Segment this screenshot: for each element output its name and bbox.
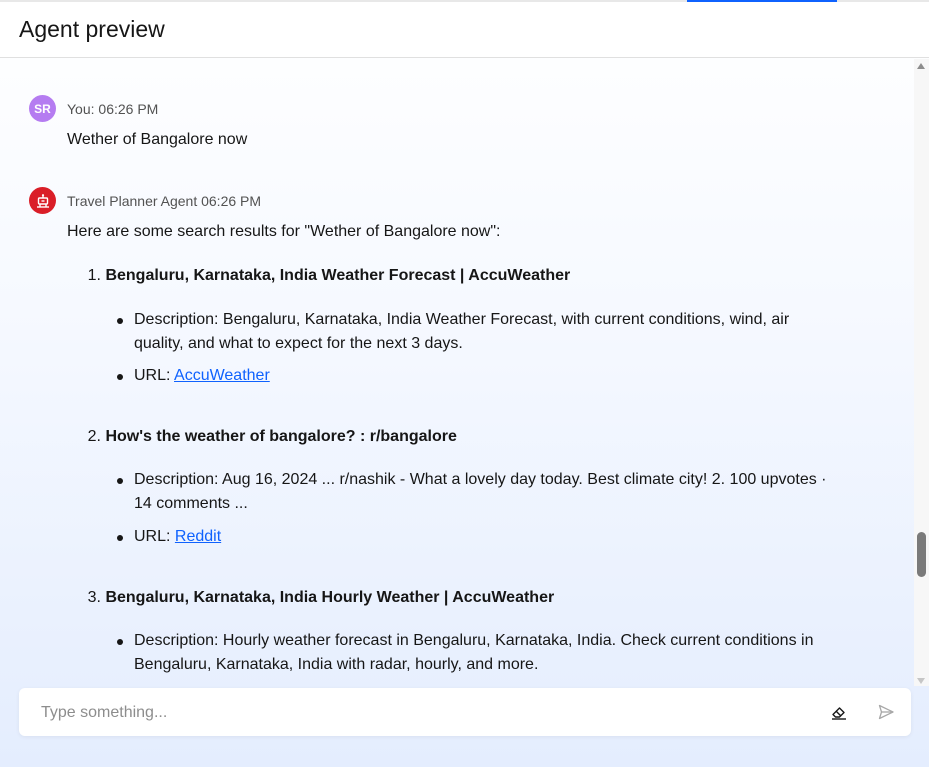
result-title-text: Bengaluru, Karnataka, India Hourly Weath… — [105, 589, 555, 606]
user-avatar: SR — [29, 95, 56, 122]
send-button[interactable] — [874, 700, 898, 724]
result-url: URL: Reddit — [67, 525, 837, 549]
robot-icon — [36, 193, 49, 208]
eraser-icon — [832, 707, 846, 720]
page-title: Agent preview — [19, 16, 165, 42]
user-message-meta: You: 06:26 PM — [67, 101, 159, 117]
search-results-list: 1. Bengaluru, Karnataka, India Weather F… — [67, 254, 837, 677]
result-title: 3. Bengaluru, Karnataka, India Hourly We… — [67, 586, 837, 610]
chat-transcript: SR You: 06:26 PM Wether of Bangalore now… — [0, 59, 914, 686]
message-input[interactable] — [39, 700, 803, 726]
scrollbar-thumb[interactable] — [917, 532, 926, 577]
result-link-reddit[interactable]: Reddit — [175, 528, 221, 545]
result-description: Description: Bengaluru, Karnataka, India… — [67, 308, 837, 356]
agent-avatar — [29, 187, 56, 214]
user-message-text: Wether of Bangalore now — [67, 131, 248, 148]
result-title: 2. How's the weather of bangalore? : r/b… — [67, 425, 837, 449]
message-composer — [19, 688, 911, 736]
clear-button[interactable] — [827, 700, 851, 724]
result-url: URL: AccuWeather — [67, 364, 837, 388]
result-number: 3. — [87, 589, 101, 606]
agent-message-intro: Here are some search results for "Wether… — [67, 223, 501, 240]
result-description: Description: Hourly weather forecast in … — [67, 629, 837, 677]
result-number: 1. — [87, 267, 101, 284]
result-title-text: How's the weather of bangalore? : r/bang… — [105, 428, 457, 445]
url-prefix: URL: — [134, 528, 175, 545]
send-icon — [878, 704, 894, 720]
result-title-text: Bengaluru, Karnataka, India Weather Fore… — [105, 267, 571, 284]
url-prefix: URL: — [134, 367, 175, 384]
result-title: 1. Bengaluru, Karnataka, India Weather F… — [67, 264, 837, 288]
chat-scrollbar[interactable] — [914, 59, 929, 686]
preview-header: Agent preview — [0, 2, 929, 58]
scroll-down-arrow-icon[interactable] — [917, 678, 925, 684]
agent-message-meta: Travel Planner Agent 06:26 PM — [67, 193, 262, 209]
result-description: Description: Aug 16, 2024 ... r/nashik -… — [67, 468, 837, 516]
result-number: 2. — [87, 428, 101, 445]
scroll-up-arrow-icon[interactable] — [917, 63, 925, 69]
result-link-accuweather[interactable]: AccuWeather — [174, 367, 270, 384]
